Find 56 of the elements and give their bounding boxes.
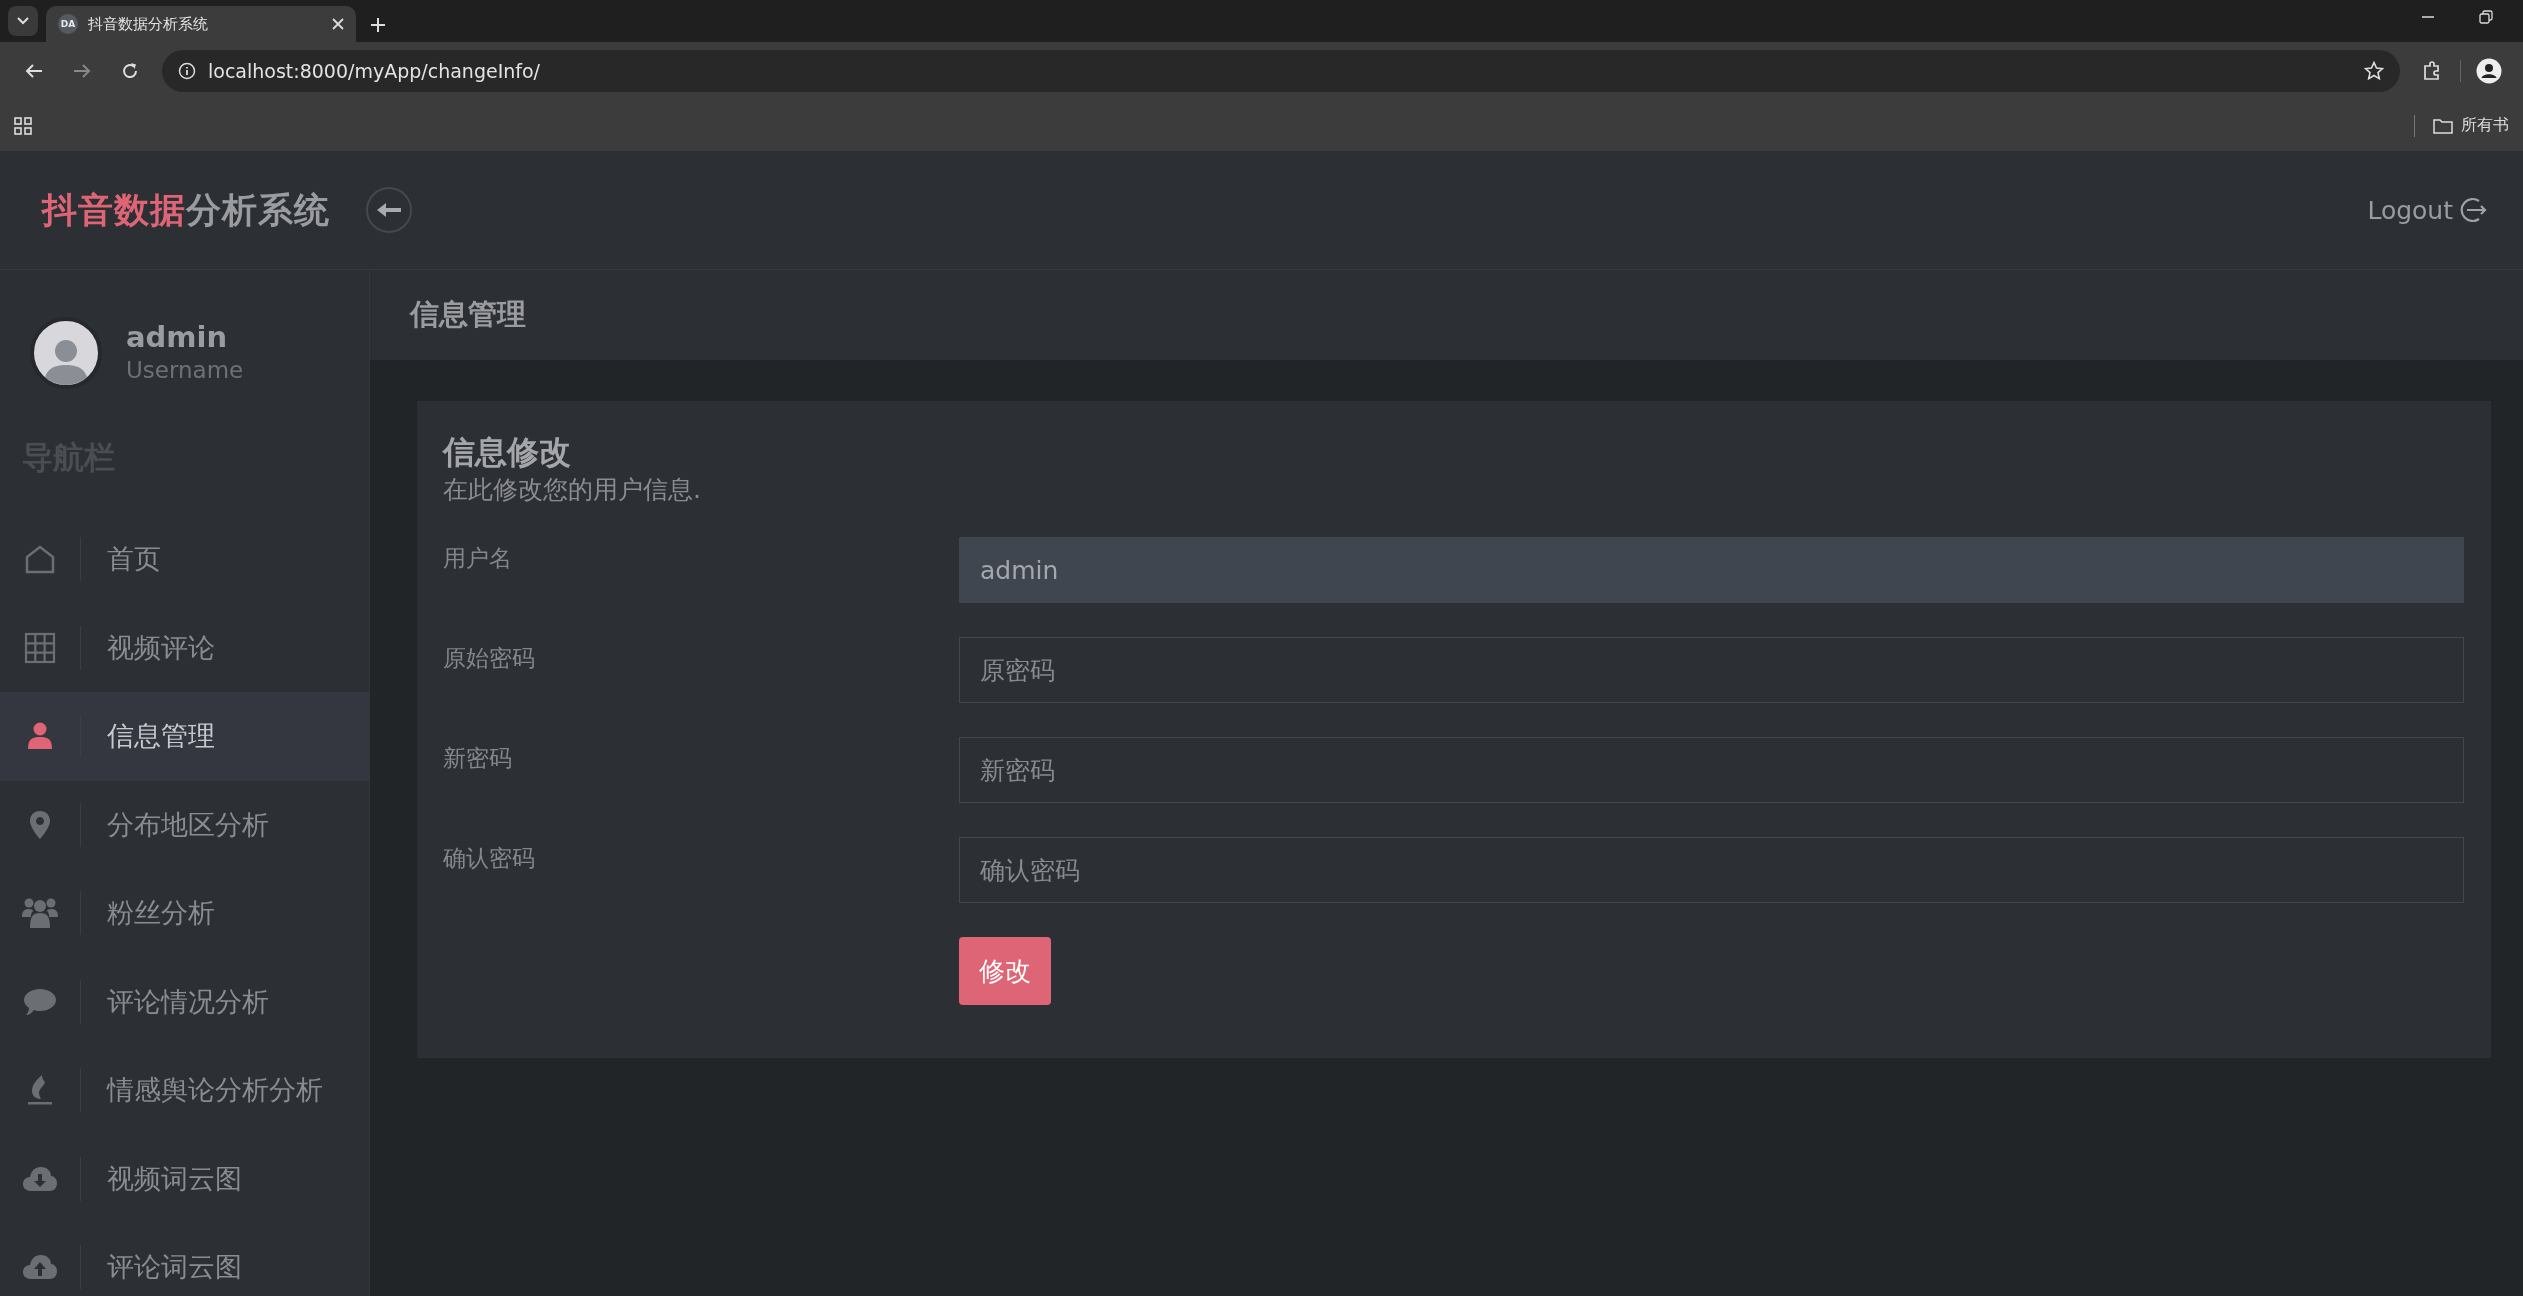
speech-bubble-icon [23,986,57,1017]
nav-item[interactable]: 评论情况分析 [0,957,369,1046]
left-arrow-icon [376,202,402,218]
user-name: admin [126,319,229,355]
nav-item[interactable]: 首页 [0,515,369,604]
apps-grid-icon[interactable] [14,116,32,135]
house-icon [24,544,56,575]
field-label: 新密码 [443,744,513,773]
person-icon [27,722,53,751]
app-logo[interactable]: 抖音数据分析系统 [42,186,330,234]
field-label: 确认密码 [443,844,536,873]
map-pin-icon [29,809,51,840]
grid-icon [24,631,56,664]
puzzle-piece-icon[interactable] [2422,61,2442,81]
favicon: DA [58,14,78,34]
people-icon [22,897,58,930]
nav-item[interactable]: 信息管理 [0,692,369,781]
card-subtitle: 在此修改您的用户信息. [443,474,702,506]
input-field[interactable]: 原密码 [959,637,2464,703]
user-role: Username [126,356,244,385]
submit-button[interactable]: 修改 [959,937,1051,1005]
plus-icon[interactable] [370,17,386,33]
profile-icon[interactable] [2476,58,2502,84]
tab-list-button[interactable] [8,6,38,36]
logout-link[interactable]: Logout [2367,195,2487,225]
page-title: 信息管理 [410,296,526,333]
nav-item[interactable]: 分布地区分析 [0,780,369,869]
back-arrow-icon[interactable] [25,63,43,79]
folder-icon [2433,117,2453,134]
sidebar-toggle-button[interactable] [366,187,412,233]
browser-tab[interactable]: DA 抖音数据分析系统 [46,6,356,42]
input-field[interactable]: 新密码 [959,737,2464,803]
address-bar[interactable]: localhost:8000/myApp/changeInfo/ [162,50,2400,92]
flame-icon [27,1074,53,1107]
cloud-download-icon [22,1165,58,1192]
info-icon [178,62,196,80]
nav-item[interactable]: 粉丝分析 [0,869,369,958]
cloud-upload-icon [22,1254,58,1281]
forward-arrow-icon[interactable] [73,63,91,79]
card-title: 信息修改 [443,432,572,473]
reload-icon[interactable] [121,62,139,80]
logout-icon [2459,196,2487,224]
nav-item[interactable]: 情感舆论分析分析 [0,1046,369,1135]
restore-icon[interactable] [2479,10,2493,24]
close-icon[interactable] [332,18,344,30]
nav-item[interactable]: 视频词云图 [0,1134,369,1223]
nav-item[interactable]: 视频评论 [0,603,369,692]
star-icon[interactable] [2364,61,2384,81]
bookmarks-folder-label[interactable]: 所有书 [2461,115,2509,136]
input-field[interactable]: admin [959,537,2464,603]
chevron-down-icon [17,17,29,25]
field-label: 原始密码 [443,644,536,673]
tab-title: 抖音数据分析系统 [88,14,209,34]
nav-item[interactable]: 评论词云图 [0,1223,369,1296]
input-field[interactable]: 确认密码 [959,837,2464,903]
field-label: 用户名 [443,544,513,573]
